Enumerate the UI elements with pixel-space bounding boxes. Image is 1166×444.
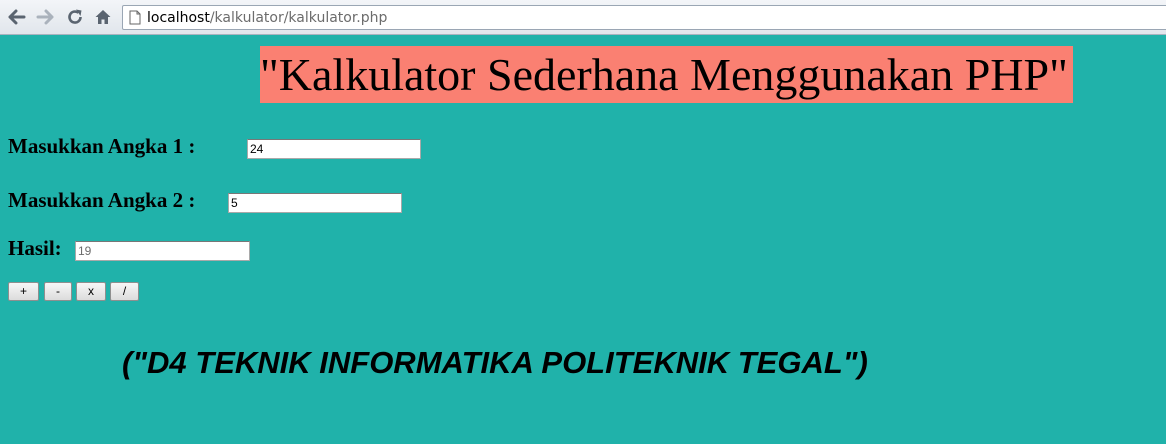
angka1-label: Masukkan Angka 1 :	[8, 134, 196, 158]
forward-arrow-icon	[36, 9, 54, 25]
hasil-output	[75, 241, 250, 261]
angka2-input[interactable]	[228, 193, 402, 213]
page-title: "Kalkulator Sederhana Menggunakan PHP"	[260, 46, 1073, 103]
address-bar[interactable]: localhost/kalkulator/kalkulator.php	[122, 5, 1166, 30]
url-host: localhost	[147, 9, 210, 26]
home-icon	[95, 10, 111, 24]
footer-text: ("D4 TEKNIK INFORMATIKA POLITEKNIK TEGAL…	[122, 345, 868, 380]
browser-toolbar: localhost/kalkulator/kalkulator.php	[0, 0, 1166, 35]
reload-icon	[68, 9, 82, 24]
subtract-button[interactable]: -	[44, 282, 72, 301]
hasil-label: Hasil:	[8, 236, 62, 260]
angka2-label: Masukkan Angka 2 :	[8, 188, 196, 212]
multiply-button[interactable]: x	[76, 282, 106, 301]
url-text: localhost/kalkulator/kalkulator.php	[147, 10, 387, 26]
home-button[interactable]	[92, 6, 114, 28]
forward-button[interactable]	[34, 6, 56, 28]
add-button[interactable]: +	[8, 282, 39, 301]
divide-button[interactable]: /	[110, 282, 139, 301]
reload-button[interactable]	[64, 6, 86, 28]
back-button[interactable]	[6, 6, 28, 28]
page-icon	[129, 10, 141, 25]
url-path: /kalkulator/kalkulator.php	[209, 9, 388, 26]
back-arrow-icon	[8, 9, 26, 25]
angka1-input[interactable]	[247, 139, 421, 159]
